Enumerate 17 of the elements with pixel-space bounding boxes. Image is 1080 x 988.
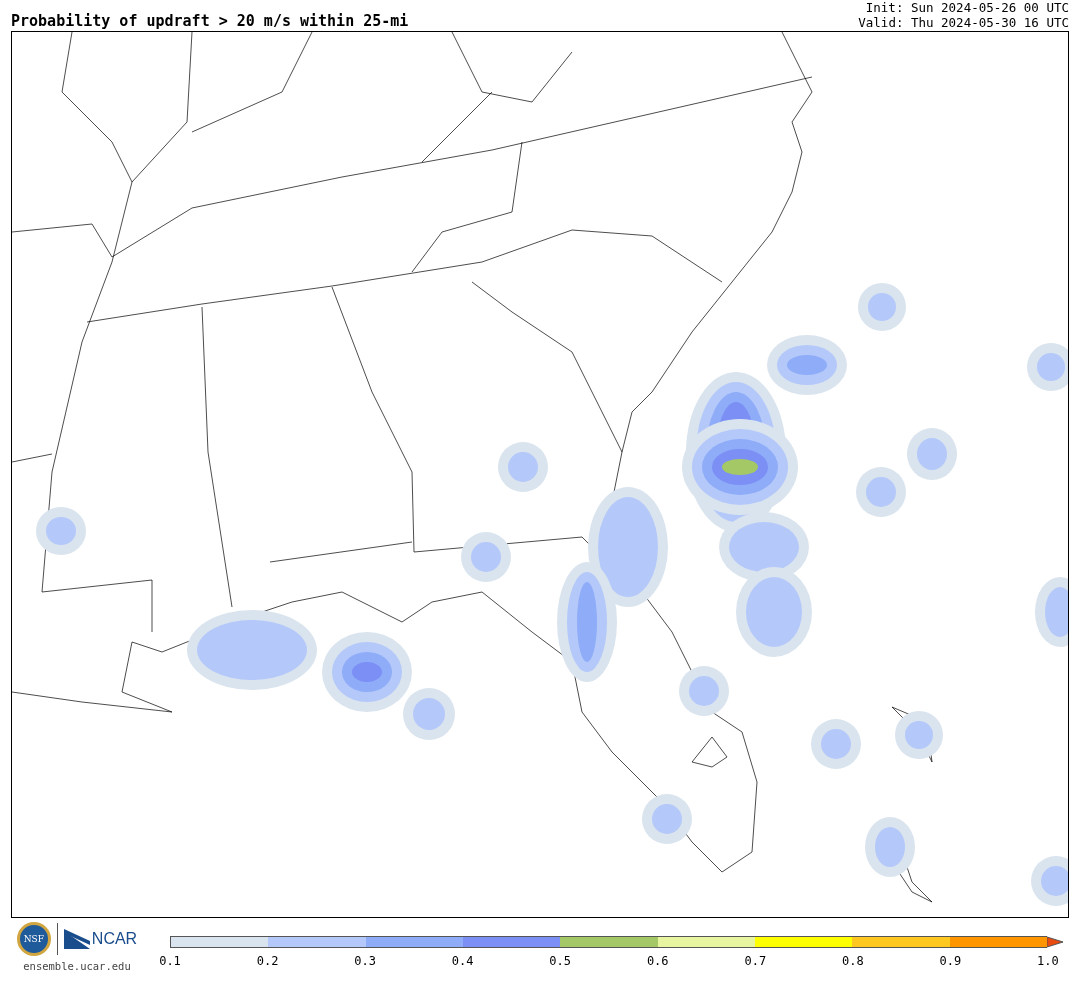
- tick-label: 0.5: [548, 954, 573, 968]
- swoosh-icon: [63, 929, 90, 949]
- tick-label: 0.2: [255, 954, 280, 968]
- site-url: ensemble.ucar.edu: [23, 960, 131, 972]
- tick-label: 0.4: [450, 954, 475, 968]
- init-time: Init: Sun 2024-05-26 00 UTC: [865, 0, 1069, 15]
- tick-label: 0.9: [938, 954, 963, 968]
- seal-logo: NSF: [16, 922, 51, 956]
- chart-title: Probability of updraft > 20 m/s within 25-mi: [11, 12, 409, 30]
- ncar-logo: NCAR: [91, 930, 138, 948]
- tick-label: 0.3: [353, 954, 377, 968]
- tick-label: 1.0: [1036, 954, 1060, 968]
- tick-label: 0.8: [841, 954, 865, 968]
- valid-time: Valid: Thu 2024-05-30 16 UTC: [858, 15, 1069, 30]
- tick-label: 0.7: [743, 954, 768, 968]
- tick-label: 0.1: [158, 954, 182, 968]
- tick-label: 0.6: [645, 954, 670, 968]
